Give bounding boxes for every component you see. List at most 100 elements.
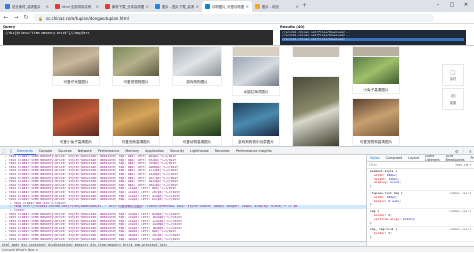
devtools-tab[interactable]: Performance — [95, 147, 123, 155]
browser-tab[interactable]: 图片 - 图片下载_高清图片× — [152, 1, 202, 12]
gallery-card[interactable]: 游戏狗狗图片 — [172, 46, 222, 86]
favicon-icon — [105, 4, 110, 9]
tab-title: 动物图片_可爱动物图片 — [212, 5, 244, 9]
styles-subtab[interactable]: Styles — [367, 156, 383, 160]
xpath-helper-panel: Query //div[@class="item masonry-brick"]… — [0, 24, 474, 46]
gallery-card[interactable]: 可爱宠物狗图片 — [112, 46, 160, 86]
gallery-card[interactable]: 可爱浣熊高清图片 — [112, 98, 160, 146]
devtools-tab[interactable]: Recorder — [212, 147, 233, 155]
rule-source-link[interactable]: common.css:1 — [449, 191, 471, 196]
dom-node-text: <div class="item masonry-brick" style="p… — [8, 180, 179, 184]
query-label: Query — [3, 25, 16, 29]
dom-node-text: <div class="item masonry-brick" style="p… — [8, 176, 179, 180]
styles-pane: Styles Computed Layout Event Listeners DOM B… — [366, 155, 474, 247]
devtools-tab[interactable]: Memory — [122, 147, 142, 155]
gallery-image — [233, 103, 279, 136]
dom-node-text: <div class="bot-div">…</div> — [13, 201, 66, 205]
dom-node-text: <div class="item masonry-brick" style="p… — [8, 158, 177, 162]
dom-node-text: <div class="item masonry-brick" style="p… — [8, 183, 179, 187]
gallery-card[interactable]: 水族缸海洋图片 — [232, 56, 280, 96]
styles-subtab[interactable]: Computed — [383, 156, 406, 160]
query-input[interactable]: //div[@class="item masonry-brick"]//img/… — [3, 30, 273, 45]
gallery-image — [353, 57, 399, 84]
gallery-card[interactable] — [232, 46, 280, 57]
dom-node-text: <img src="//scxzb1.chinaz.net/Files/Down… — [13, 205, 298, 209]
css-rule: element.style {width: 186px; height: 140p… — [367, 169, 474, 191]
gallery-caption: 可爱动物高清图片 — [182, 140, 212, 144]
browser-tab[interactable]: html 全部排序实例 × — [52, 1, 102, 12]
rule-source-link[interactable]: common.css:1 — [449, 209, 471, 214]
gallery-caption: 可爱浣熊高清图片 — [121, 140, 151, 144]
devtools-tab[interactable]: Application — [142, 147, 167, 155]
address-bar[interactable]: 🔒 sc.chinaz.com/tupian/dongwutupian.html — [34, 14, 434, 22]
close-tab-icon[interactable]: × — [46, 4, 49, 9]
devtools-tab[interactable]: Console — [36, 147, 55, 155]
gallery-card[interactable] — [352, 46, 400, 57]
dom-node-text: <div class="item masonry-brick" style="p… — [8, 219, 182, 223]
gallery-card[interactable]: 可爱宠物狗高清图片 — [352, 98, 400, 146]
gallery-caption: 可爱仔米猫图片 — [63, 80, 89, 84]
side-button-label: 素材 — [449, 77, 457, 81]
forward-button[interactable]: → — [12, 14, 20, 22]
devtools-tab[interactable]: Performance insights — [233, 147, 275, 155]
css-property: border — [374, 231, 385, 236]
browser-tab[interactable]: 动物图片_可爱动物图片× — [202, 1, 252, 12]
dom-node-text: <div class="item masonry-brick" style="p… — [8, 198, 181, 202]
minimize-button[interactable]: – — [431, 0, 445, 10]
hov-cls-buttons[interactable]: :hov .cls + — [455, 163, 472, 167]
close-devtools-icon[interactable]: ✕ — [469, 149, 472, 154]
devtools-tab[interactable]: Network — [75, 147, 95, 155]
styles-subtab[interactable]: Layout — [405, 156, 422, 160]
close-tab-icon[interactable]: × — [146, 4, 149, 9]
dom-node-text: <div class="item masonry-brick" style="p… — [8, 187, 177, 191]
back-button[interactable]: ← — [2, 14, 10, 22]
styles-subtab[interactable]: DOM Breakpoints — [443, 155, 468, 162]
gallery-card[interactable] — [292, 46, 340, 57]
settings-icon[interactable]: ⚙ — [455, 149, 459, 154]
reload-button[interactable]: ↻ — [22, 14, 30, 22]
new-tab-button[interactable]: + — [302, 2, 307, 9]
gallery-card[interactable] — [292, 76, 340, 146]
tab-title: 解析下载_分享高清图片素材 — [112, 5, 144, 9]
browser-tab[interactable]: 图片 - 网页 × — [252, 1, 302, 12]
tab-title: 图片 - 网页 — [262, 5, 279, 9]
css-property: margin — [374, 198, 385, 203]
gallery-card[interactable]: 小兔子高清图片 — [352, 56, 400, 94]
gallery-caption: 水族缸海洋图片 — [243, 90, 269, 94]
inspect-icon[interactable]: ⬚ — [2, 148, 6, 153]
gallery-caption: 可爱小兔子高清图片 — [59, 140, 93, 144]
dom-node-text: <div class="item masonry-brick" style="p… — [8, 172, 179, 176]
styles-filter-input[interactable]: Filter — [369, 163, 452, 167]
css-value: block; — [390, 180, 402, 185]
gallery-card[interactable]: 可爱动物高清图片 — [172, 98, 222, 146]
side-button-material[interactable]: ▢ 素材 — [442, 64, 464, 86]
browser-tab[interactable]: 解析下载_分享高清图片素材× — [102, 1, 152, 12]
side-button-service[interactable]: ✉ 客服 — [442, 88, 464, 110]
mail-icon: ✉ — [450, 93, 456, 100]
device-toolbar-icon[interactable]: ▯ — [10, 148, 12, 153]
close-tab-icon[interactable]: × — [196, 4, 199, 9]
devtools-tab[interactable]: Elements — [13, 147, 36, 155]
styles-filter: Filter :hov .cls + — [367, 162, 474, 169]
more-icon[interactable]: ⋮ — [462, 149, 466, 154]
favicon-icon — [55, 4, 60, 9]
styles-subtab[interactable]: Event Listeners — [422, 155, 442, 162]
browser-tab[interactable]: 站长素材_高清图片 × — [2, 1, 52, 12]
close-tab-icon[interactable]: × — [296, 4, 299, 9]
rule-source-link[interactable]: common.css:1 — [449, 228, 471, 232]
devtools-tab[interactable]: Security — [167, 147, 187, 155]
gallery-card[interactable]: 可爱仔米猫图片 — [52, 46, 100, 86]
devtools-tab[interactable]: Lighthouse — [187, 147, 212, 155]
address-bar-row: ← → ↻ 🔒 sc.chinaz.com/tupian/dongwutupia… — [0, 12, 474, 24]
close-tab-icon[interactable]: × — [246, 4, 249, 9]
close-window-button[interactable]: ✕ — [459, 0, 473, 10]
gallery-image — [53, 47, 99, 76]
close-tab-icon[interactable]: × — [96, 4, 99, 9]
drawer-bar[interactable]: Console What's New × — [0, 246, 474, 252]
devtools-tab[interactable]: Sources — [55, 147, 74, 155]
gallery-card[interactable]: 游戏狗狗快乐玩耍图片 — [232, 102, 280, 146]
tab-strip: 站长素材_高清图片×html 全部排序实例×解析下载_分享高清图片素材×图片 -… — [0, 0, 474, 12]
gallery-card[interactable]: 可爱小兔子高清图片 — [52, 98, 100, 146]
maximize-button[interactable]: □ — [445, 0, 459, 10]
styles-subtab[interactable]: Properties — [468, 156, 474, 160]
